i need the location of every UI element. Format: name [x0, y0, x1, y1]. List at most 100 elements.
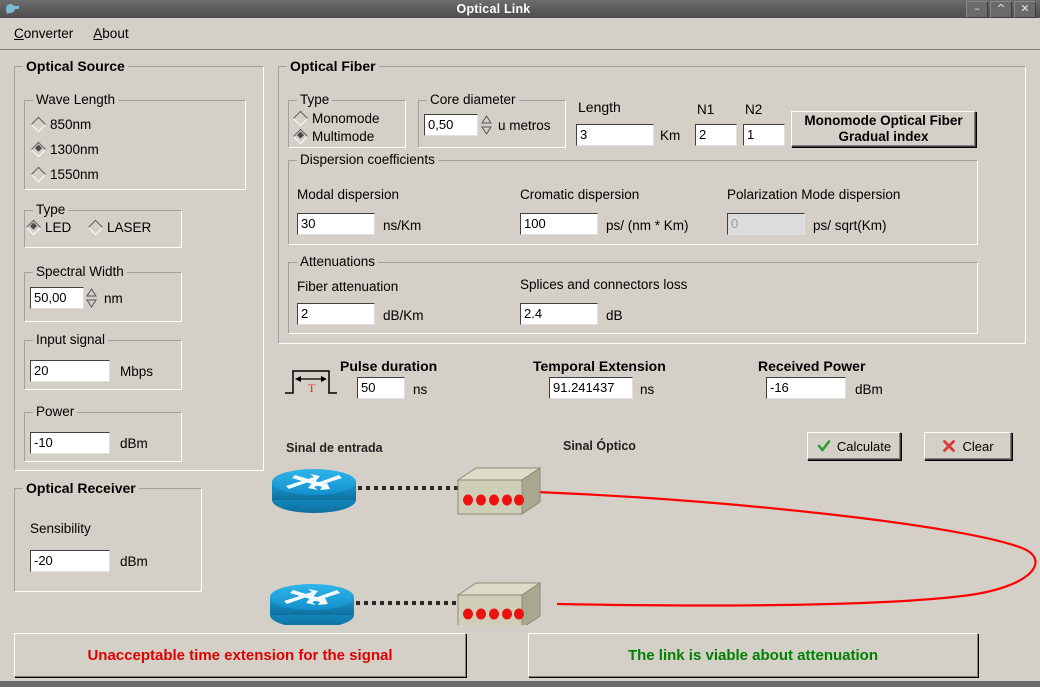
menu-item-converter[interactable]: Converter	[4, 23, 83, 44]
spectral-width-stepper[interactable]	[85, 287, 97, 309]
application-window: Optical Link – ^ ✕ Converter About Optic…	[0, 0, 1040, 687]
maximize-button[interactable]: ^	[990, 0, 1012, 18]
sensibility-label: Sensibility	[30, 521, 91, 536]
radio-label: Multimode	[312, 129, 375, 144]
core-diameter-title: Core diameter	[427, 92, 519, 107]
window-bottom-strip	[0, 681, 1040, 687]
router-icon-top	[272, 469, 356, 513]
optical-source-title: Optical Source	[23, 58, 128, 74]
menu-item-about[interactable]: About	[83, 23, 138, 44]
modal-dispersion-unit: ns/Km	[383, 218, 422, 233]
radio-diamond-icon	[25, 219, 42, 236]
attenuations-title: Attenuations	[297, 254, 379, 269]
pulse-duration-label: Pulse duration	[340, 358, 438, 374]
length-input[interactable]: 3	[576, 124, 654, 146]
splices-loss-unit: dB	[606, 308, 623, 323]
converter-box-top	[456, 467, 542, 515]
status-bar-time-text: Unacceptable time extension for the sign…	[87, 646, 393, 664]
core-diameter-stepper[interactable]	[480, 114, 492, 136]
attenuations-group: Attenuations	[288, 254, 978, 334]
radio-source-type-led[interactable]: LED	[25, 219, 72, 236]
minimize-button[interactable]: –	[966, 0, 988, 18]
n2-label: N2	[745, 102, 763, 117]
radio-diamond-icon	[87, 219, 104, 236]
input-signal-input[interactable]: 20	[30, 360, 110, 382]
svg-text:T: T	[308, 381, 316, 395]
sensibility-unit: dBm	[120, 554, 148, 569]
dispersion-title: Dispersion coefficients	[297, 152, 438, 167]
radio-source-type-laser[interactable]: LASER	[87, 219, 152, 236]
fiber-description-button[interactable]: Monomode Optical Fiber Gradual index	[791, 111, 976, 147]
optical-fiber-title: Optical Fiber	[287, 58, 379, 74]
window-title: Optical Link	[456, 2, 531, 16]
optical-receiver-title: Optical Receiver	[23, 480, 139, 496]
close-button[interactable]: ✕	[1014, 0, 1036, 18]
radio-label: LED	[45, 220, 72, 235]
radio-fiber-multimode[interactable]: Multimode	[292, 128, 375, 145]
window-controls: – ^ ✕	[966, 0, 1036, 18]
radio-diamond-icon	[292, 128, 309, 145]
title-bar: Optical Link – ^ ✕	[0, 0, 1040, 18]
n1-label: N1	[697, 102, 715, 117]
fiber-description-line2: Gradual index	[838, 129, 929, 144]
temporal-extension-unit: ns	[640, 382, 655, 397]
chromatic-dispersion-input[interactable]: 100	[520, 213, 598, 235]
chromatic-dispersion-unit: ps/ (nm * Km)	[606, 218, 689, 233]
radio-wavelength-1300[interactable]: 1300nm	[30, 141, 99, 158]
temporal-extension-input[interactable]: 91.241437	[549, 377, 633, 399]
radio-label: 1300nm	[50, 142, 99, 157]
radio-wavelength-850[interactable]: 850nm	[30, 116, 92, 133]
fiber-attenuation-label: Fiber attenuation	[297, 279, 399, 294]
received-power-label: Received Power	[758, 358, 866, 374]
menu-item-about-label: bout	[102, 26, 129, 41]
core-diameter-unit: u metros	[498, 118, 551, 133]
polarization-dispersion-input: 0	[727, 213, 805, 235]
power-input[interactable]: -10	[30, 432, 110, 454]
fiber-attenuation-unit: dB/Km	[383, 308, 424, 323]
radio-label: Monomode	[312, 111, 380, 126]
menu-bar: Converter About	[0, 18, 1040, 50]
menu-item-converter-label: onverter	[23, 26, 74, 41]
splices-loss-label: Splices and connectors loss	[520, 277, 688, 292]
radio-fiber-monomode[interactable]: Monomode	[292, 110, 380, 127]
splices-loss-input[interactable]: 2.4	[520, 303, 598, 325]
modal-dispersion-input[interactable]: 30	[297, 213, 375, 235]
link-diagram	[262, 430, 1040, 625]
temporal-extension-label: Temporal Extension	[533, 358, 666, 374]
spectral-width-title: Spectral Width	[33, 264, 127, 279]
polarization-dispersion-unit: ps/ sqrt(Km)	[813, 218, 887, 233]
fiber-description-line1: Monomode Optical Fiber	[804, 113, 963, 128]
n2-input[interactable]: 1	[743, 124, 785, 146]
input-signal-title: Input signal	[33, 332, 109, 347]
converter-box-bottom	[456, 582, 542, 625]
wave-length-title: Wave Length	[33, 92, 119, 107]
status-bar-time: Unacceptable time extension for the sign…	[14, 633, 466, 677]
radio-diamond-icon	[292, 110, 309, 127]
modal-dispersion-label: Modal dispersion	[297, 187, 400, 202]
pulse-duration-input[interactable]: 50	[357, 377, 405, 399]
core-diameter-input[interactable]: 0,50	[424, 114, 478, 136]
radio-label: LASER	[107, 220, 152, 235]
pulse-duration-unit: ns	[413, 382, 428, 397]
status-bar-attenuation-text: The link is viable about attenuation	[627, 646, 879, 664]
router-icon-bottom	[270, 584, 354, 625]
fiber-type-title: Type	[297, 92, 333, 107]
fiber-attenuation-input[interactable]: 2	[297, 303, 375, 325]
pulse-duration-icon: T	[283, 365, 339, 397]
app-bird-icon	[3, 1, 21, 17]
length-unit: Km	[660, 128, 681, 143]
spectral-width-input[interactable]: 50,00	[30, 287, 84, 309]
power-title: Power	[33, 404, 78, 419]
chromatic-dispersion-label: Cromatic dispersion	[520, 187, 640, 202]
sensibility-input[interactable]: -20	[30, 550, 110, 572]
radio-diamond-icon	[30, 166, 47, 183]
radio-diamond-icon	[30, 116, 47, 133]
status-bar-attenuation: The link is viable about attenuation	[528, 633, 978, 677]
n1-input[interactable]: 2	[695, 124, 737, 146]
radio-wavelength-1550[interactable]: 1550nm	[30, 166, 99, 183]
spectral-width-unit: nm	[104, 291, 123, 306]
received-power-input[interactable]: -16	[766, 377, 846, 399]
radio-label: 1550nm	[50, 167, 99, 182]
received-power-unit: dBm	[855, 382, 883, 397]
radio-label: 850nm	[50, 117, 92, 132]
